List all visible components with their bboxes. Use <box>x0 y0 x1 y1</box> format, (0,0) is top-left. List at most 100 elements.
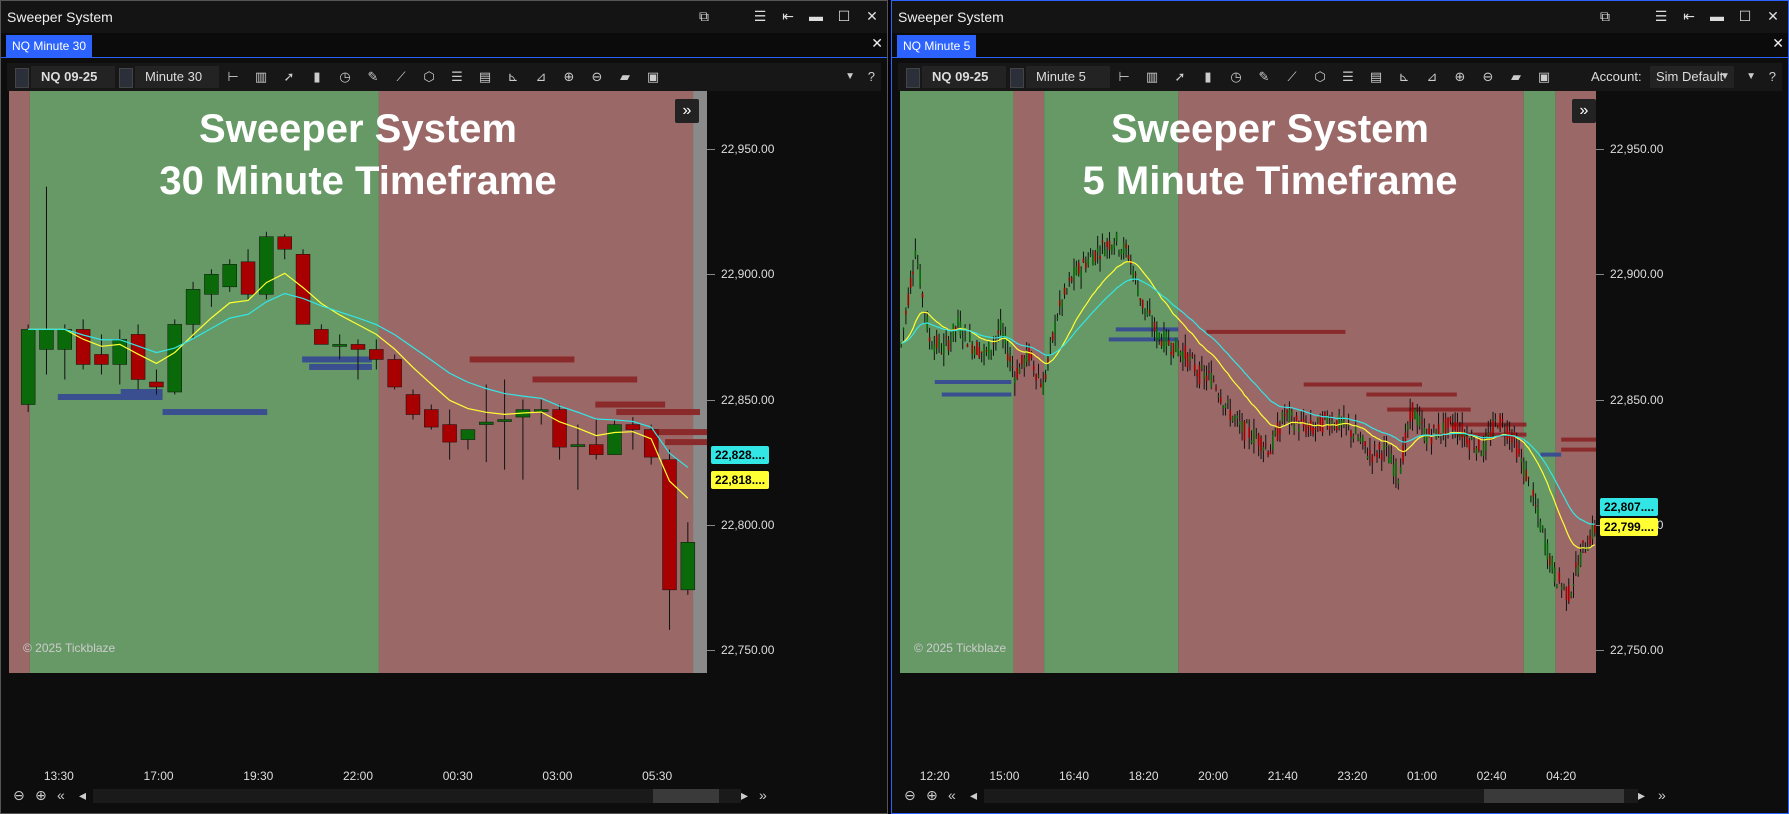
scroll-start-icon[interactable]: « <box>57 787 65 803</box>
menu-icon[interactable]: ☰ <box>1650 5 1672 27</box>
time-axis[interactable]: 13:30 17:00 19:30 22:00 00:30 03:00 05:30 <box>9 753 707 785</box>
link-window-icon[interactable]: ⧉ <box>693 5 715 27</box>
menu-icon[interactable]: ☰ <box>749 5 771 27</box>
zoom-out-icon[interactable]: ⊖ <box>904 787 916 804</box>
scroll-right-icon[interactable]: ▸ <box>741 787 748 804</box>
interval-link-handle[interactable] <box>1010 68 1024 88</box>
scroll-left-icon[interactable]: ◂ <box>79 787 86 804</box>
template-icon[interactable]: ▤ <box>471 66 499 88</box>
tab-nq-minute-30[interactable]: NQ Minute 30 <box>6 35 93 57</box>
scroll-right-icon[interactable]: ▸ <box>1638 787 1645 804</box>
axis-icon[interactable]: ⊾ <box>499 66 527 88</box>
help-icon[interactable]: ? <box>1769 69 1776 84</box>
list-icon[interactable]: ☰ <box>443 66 471 88</box>
candle-body <box>1461 423 1464 439</box>
chart-style-icon[interactable]: ▥ <box>1138 66 1166 88</box>
clock-icon[interactable]: ◷ <box>331 66 359 88</box>
cursor-icon[interactable]: ➚ <box>1166 66 1194 88</box>
list-icon[interactable]: ☰ <box>1334 66 1362 88</box>
candle-body <box>1544 539 1546 551</box>
instrument-link-handle[interactable] <box>906 68 920 88</box>
zoom-in-icon[interactable]: ⊕ <box>926 787 938 804</box>
scroll-left-icon[interactable]: ◂ <box>970 787 977 804</box>
chart-style-icon[interactable]: ▥ <box>247 66 275 88</box>
cube-icon[interactable]: ⬡ <box>1306 66 1334 88</box>
candle-body <box>680 542 696 591</box>
toolbar-overflow-icon[interactable]: ▼ <box>1746 71 1756 82</box>
candle-body <box>589 444 604 455</box>
scrollbar-thumb[interactable] <box>653 789 719 803</box>
overlay-line-2: 30 Minute Timeframe <box>159 159 557 203</box>
maximize-icon[interactable]: ☐ <box>1734 5 1756 27</box>
save-icon[interactable]: ▣ <box>1530 66 1558 88</box>
toolbar-overflow-icon[interactable]: ▼ <box>845 71 855 82</box>
restore-icon[interactable]: ⇤ <box>777 5 799 27</box>
scrollbar-track[interactable] <box>93 789 741 803</box>
zoom-in-icon[interactable]: ⊕ <box>555 66 583 88</box>
instrument-field[interactable]: NQ 09-25 <box>922 66 1006 88</box>
candle-body <box>277 236 292 250</box>
cube-icon[interactable]: ⬡ <box>415 66 443 88</box>
bar-type-icon[interactable]: ⊢ <box>219 66 247 88</box>
zoom-in-icon[interactable]: ⊕ <box>1446 66 1474 88</box>
close-icon[interactable]: ✕ <box>1762 5 1784 27</box>
pencil-icon[interactable]: ✎ <box>359 66 387 88</box>
zoom-out-icon[interactable]: ⊖ <box>583 66 611 88</box>
axis-icon[interactable]: ⊾ <box>1390 66 1418 88</box>
candles-icon[interactable]: ▮ <box>303 66 331 88</box>
folder-icon[interactable]: ▰ <box>611 66 639 88</box>
scrollbar-thumb[interactable] <box>1484 789 1624 803</box>
measure-icon[interactable]: ⊿ <box>1418 66 1446 88</box>
scroll-end-icon[interactable]: » <box>759 787 767 803</box>
instrument-link-handle[interactable] <box>15 68 29 88</box>
template-icon[interactable]: ▤ <box>1362 66 1390 88</box>
interval-field[interactable]: Minute 5 <box>1026 66 1110 88</box>
pencil-icon[interactable]: ✎ <box>1250 66 1278 88</box>
account-dropdown-icon[interactable]: ▼ <box>1720 71 1730 82</box>
candle-body <box>1106 241 1108 247</box>
link-window-icon[interactable]: ⧉ <box>1594 5 1616 27</box>
expand-panel-icon[interactable]: » <box>675 99 699 123</box>
price-axis[interactable]: 22,950.0022,900.0022,850.0022,800.0022,7… <box>707 91 883 755</box>
scroll-end-icon[interactable]: » <box>1658 787 1666 803</box>
zoom-out-icon[interactable]: ⊖ <box>13 787 25 804</box>
cursor-icon[interactable]: ➚ <box>275 66 303 88</box>
zoom-in-icon[interactable]: ⊕ <box>35 787 47 804</box>
candle-body <box>1319 415 1322 432</box>
resistance-level <box>595 401 666 408</box>
interval-field[interactable]: Minute 30 <box>135 66 219 88</box>
help-icon[interactable]: ? <box>868 69 875 84</box>
price-axis[interactable]: 22,950.0022,900.0022,850.0022,800.0022,7… <box>1596 91 1786 755</box>
candle-body <box>1530 496 1532 500</box>
zoom-out-icon[interactable]: ⊖ <box>1474 66 1502 88</box>
candles-icon[interactable]: ▮ <box>1194 66 1222 88</box>
minimize-icon[interactable]: ▬ <box>805 5 827 27</box>
folder-icon[interactable]: ▰ <box>1502 66 1530 88</box>
candle-body <box>662 459 677 591</box>
scroll-start-icon[interactable]: « <box>948 787 956 803</box>
expand-panel-icon[interactable]: » <box>1572 99 1596 123</box>
tab-nq-minute-5[interactable]: NQ Minute 5 <box>897 35 977 57</box>
candle-body <box>1099 255 1101 260</box>
instrument-field[interactable]: NQ 09-25 <box>31 66 115 88</box>
interval-link-handle[interactable] <box>119 68 133 88</box>
price-label: 22,750.00 <box>721 642 775 657</box>
close-icon[interactable]: ✕ <box>861 5 883 27</box>
line-tool-icon[interactable]: ⟋ <box>1278 66 1306 88</box>
candle-body <box>1144 308 1146 311</box>
line-tool-icon[interactable]: ⟋ <box>387 66 415 88</box>
tab-close-icon[interactable]: ✕ <box>1772 35 1784 52</box>
candle-body <box>1418 415 1421 427</box>
measure-icon[interactable]: ⊿ <box>527 66 555 88</box>
save-icon[interactable]: ▣ <box>639 66 667 88</box>
price-label: 22,900.00 <box>721 267 775 282</box>
maximize-icon[interactable]: ☐ <box>833 5 855 27</box>
bar-type-icon[interactable]: ⊢ <box>1110 66 1138 88</box>
candle-body <box>1248 427 1251 438</box>
candle-body <box>1487 432 1490 436</box>
time-axis[interactable]: 12:20 15:00 16:40 18:20 20:00 21:40 23:20 01:00… <box>900 753 1596 785</box>
restore-icon[interactable]: ⇤ <box>1678 5 1700 27</box>
tab-close-icon[interactable]: ✕ <box>871 35 883 52</box>
minimize-icon[interactable]: ▬ <box>1706 5 1728 27</box>
clock-icon[interactable]: ◷ <box>1222 66 1250 88</box>
